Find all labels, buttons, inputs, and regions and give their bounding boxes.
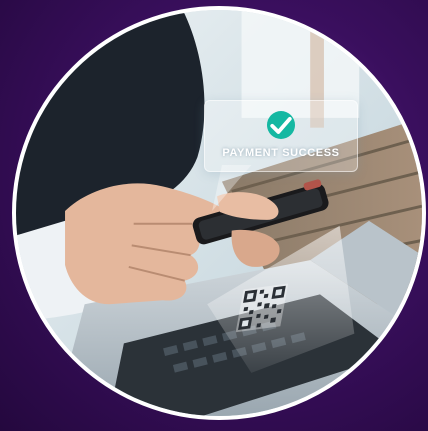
photo-frame: PAYMENT SUCCESS xyxy=(12,6,426,420)
payment-photo xyxy=(16,10,422,416)
payment-success-text: PAYMENT SUCCESS xyxy=(222,147,340,159)
qr-code-icon xyxy=(235,283,289,333)
payment-success-card: PAYMENT SUCCESS xyxy=(204,100,358,172)
check-circle-icon xyxy=(267,111,295,139)
checkmark-icon xyxy=(270,116,292,134)
